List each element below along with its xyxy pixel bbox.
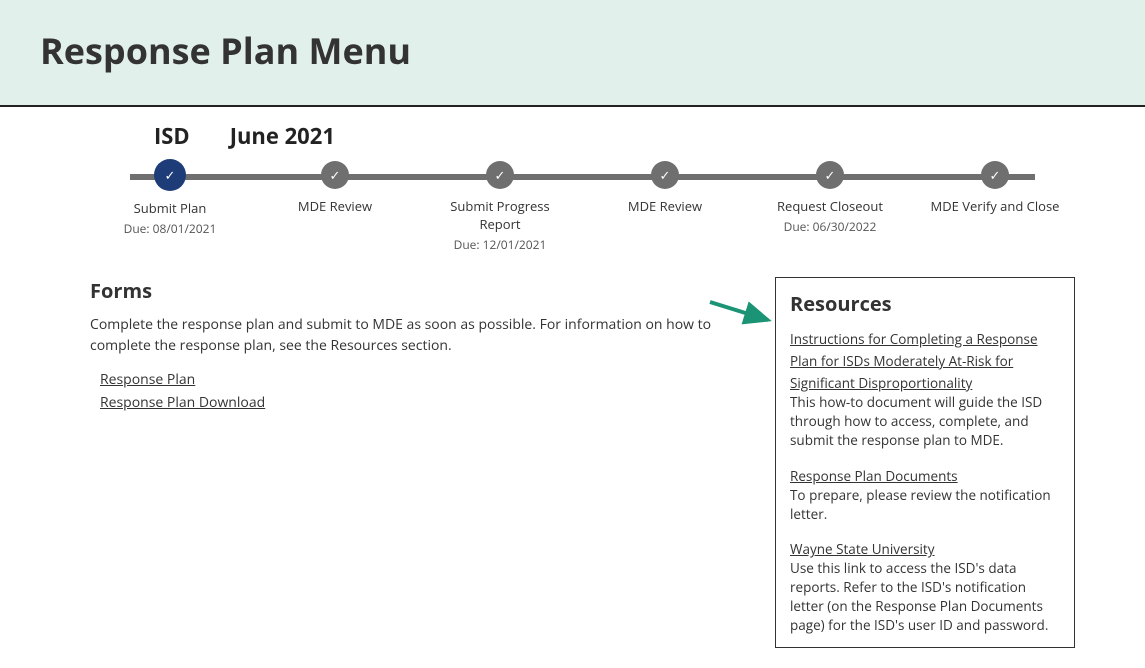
resource-instructions-desc: This how-to document will guide the ISD …: [790, 393, 1060, 450]
step-label: Submit Plan: [134, 199, 207, 217]
resource-documents-link[interactable]: Response Plan Documents: [790, 467, 958, 485]
check-icon: ✓: [321, 161, 349, 189]
check-icon: ✓: [154, 159, 186, 191]
step-due: Due: 08/01/2021: [124, 220, 217, 237]
check-icon: ✓: [651, 161, 679, 189]
step-label: MDE Review: [628, 197, 702, 215]
forms-title: Forms: [90, 277, 745, 304]
step-submit-plan[interactable]: ✓ Submit Plan Due: 08/01/2021: [100, 161, 240, 237]
response-plan-download-link[interactable]: Response Plan Download: [100, 393, 745, 412]
forms-description: Complete the response plan and submit to…: [90, 314, 745, 356]
forms-section: Forms Complete the response plan and sub…: [90, 277, 745, 416]
resources-section: Resources Instructions for Completing a …: [775, 277, 1075, 648]
step-due: Due: 12/01/2021: [454, 236, 547, 253]
page-title: Response Plan Menu: [40, 26, 1105, 75]
stepper-header: ISD June 2021: [154, 121, 1075, 151]
resource-documents-desc: To prepare, please review the notificati…: [790, 486, 1060, 524]
step-mde-review-1[interactable]: ✓ MDE Review: [265, 161, 405, 218]
page-header: Response Plan Menu: [0, 0, 1145, 107]
step-label: Submit Progress Report: [430, 197, 570, 233]
check-icon: ✓: [816, 161, 844, 189]
step-label: MDE Verify and Close: [931, 197, 1060, 215]
resource-wsu-link[interactable]: Wayne State University: [790, 540, 935, 558]
step-mde-review-2[interactable]: ✓ MDE Review: [595, 161, 735, 218]
isd-label: ISD: [154, 121, 190, 151]
period-label: June 2021: [230, 121, 335, 151]
resources-title: Resources: [790, 290, 1060, 317]
step-label: Request Closeout: [777, 197, 883, 215]
resource-wsu-desc: Use this link to access the ISD's data r…: [790, 559, 1060, 635]
resource-instructions-link[interactable]: Instructions for Completing a Response P…: [790, 330, 1038, 392]
step-submit-progress[interactable]: ✓ Submit Progress Report Due: 12/01/2021: [430, 161, 570, 253]
step-due: Due: 06/30/2022: [784, 218, 877, 235]
lower-section: Forms Complete the response plan and sub…: [90, 277, 1075, 648]
step-verify-close[interactable]: ✓ MDE Verify and Close: [925, 161, 1065, 218]
main-content: ISD June 2021 ✓ Submit Plan Due: 08/01/2…: [0, 107, 1145, 668]
step-label: MDE Review: [298, 197, 372, 215]
response-plan-link[interactable]: Response Plan: [100, 370, 745, 389]
progress-stepper: ✓ Submit Plan Due: 08/01/2021 ✓ MDE Revi…: [100, 161, 1065, 253]
step-request-closeout[interactable]: ✓ Request Closeout Due: 06/30/2022: [760, 161, 900, 235]
check-icon: ✓: [981, 161, 1009, 189]
check-icon: ✓: [486, 161, 514, 189]
